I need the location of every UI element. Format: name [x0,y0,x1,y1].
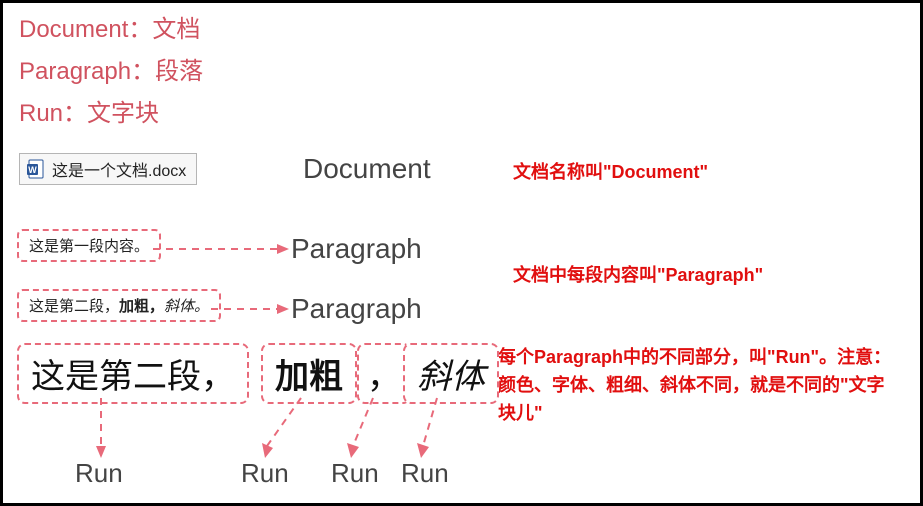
paragraph-label-1: Paragraph [291,233,422,265]
paragraph-box-1: 这是第一段内容。 [17,229,161,262]
run-label-1: Run [75,458,123,489]
docx-file-chip: W 这是一个文档.docx [19,153,197,185]
paragraph-2-text-1: 这是第二段， [29,298,119,315]
run-box-1: 这是第二段， [17,343,249,404]
arrow-run3-down [345,398,381,460]
document-label: Document [303,153,431,185]
docx-file-name: 这是一个文档.docx [52,157,186,181]
arrow-p2-to-label [211,303,293,315]
glossary-block: Document：文档 Paragraph：段落 Run：文字块 [19,9,203,135]
paragraph-2-text-italic: 斜体。 [164,298,209,315]
run-label-4: Run [401,458,449,489]
arrow-run4-down [415,398,445,460]
annotation-document: 文档名称叫"Document" [513,158,708,186]
arrow-run2-down [261,398,311,460]
glossary-run: Run：文字块 [19,93,203,135]
paragraph-2-text-bold: 加粗， [119,298,164,315]
arrow-p1-to-label [153,243,293,255]
run-box-2: 加粗 [261,343,357,404]
svg-text:W: W [28,165,37,175]
glossary-paragraph: Paragraph：段落 [19,51,203,93]
arrow-run1-down [93,398,109,460]
paragraph-box-2: 这是第二段，加粗，斜体。 [17,289,221,322]
annotation-run: 每个Paragraph中的不同部分，叫"Run"。注意：颜色、字体、粗细、斜体不… [498,343,898,427]
paragraph-1-text: 这是第一段内容。 [29,238,149,255]
glossary-document: Document：文档 [19,9,203,51]
run-label-2: Run [241,458,289,489]
annotation-paragraph: 文档中每段内容叫"Paragraph" [513,261,763,289]
run-label-3: Run [331,458,379,489]
word-file-icon: W [26,159,46,179]
paragraph-label-2: Paragraph [291,293,422,325]
run-box-4: 斜体 [403,343,499,404]
